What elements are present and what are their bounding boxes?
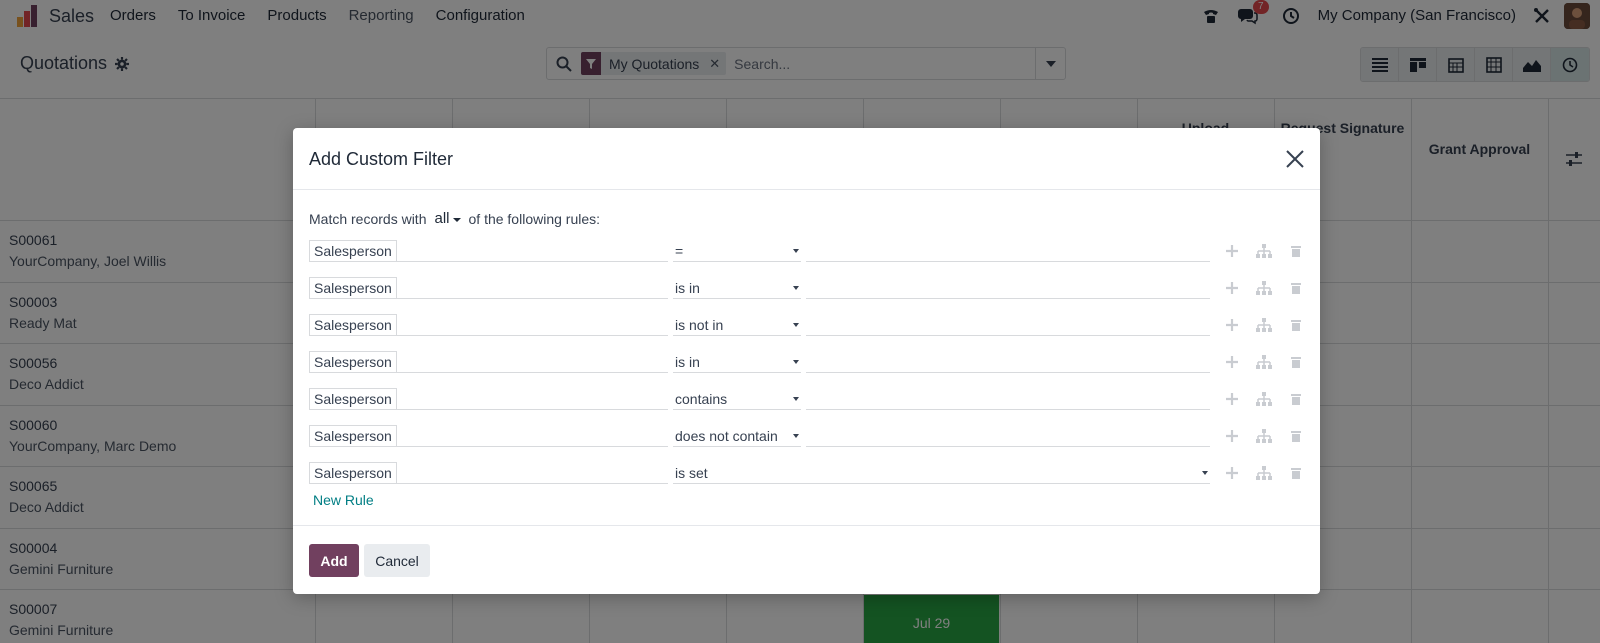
field-chip: Salesperson (309, 388, 397, 410)
match-value: all (434, 210, 450, 227)
operator-value: is in (675, 280, 700, 296)
operator-select[interactable]: does not contain (673, 425, 801, 447)
close-icon[interactable] (1284, 148, 1306, 170)
trash-icon[interactable] (1285, 277, 1307, 299)
add-rule-icon[interactable] (1221, 351, 1243, 373)
add-branch-icon[interactable] (1253, 388, 1275, 410)
add-branch-icon[interactable] (1253, 351, 1275, 373)
filter-rule: Salesperson contains (309, 388, 1301, 410)
filter-rule: Salesperson = (309, 240, 1301, 262)
value-input[interactable] (806, 351, 1210, 373)
new-rule-link[interactable]: New Rule (313, 492, 374, 508)
chevron-down-icon (793, 323, 799, 327)
value-input[interactable] (806, 388, 1210, 410)
match-prefix: Match records with (309, 210, 427, 227)
field-path-selector[interactable]: Salesperson (309, 462, 668, 484)
custom-filter-dialog: Add Custom Filter Match records with all… (293, 128, 1320, 594)
add-branch-icon[interactable] (1253, 314, 1275, 336)
match-select[interactable]: all (434, 210, 461, 227)
add-branch-icon[interactable] (1253, 462, 1275, 484)
filter-rule: Salesperson is not in (309, 314, 1301, 336)
chevron-down-icon (793, 434, 799, 438)
operator-value: is in (675, 354, 700, 370)
chevron-down-icon (1202, 471, 1208, 475)
new-rule-wrapper: New Rule (313, 492, 374, 508)
add-branch-icon[interactable] (1253, 277, 1275, 299)
field-chip: Salesperson (309, 277, 397, 299)
field-path-selector[interactable]: Salesperson (309, 240, 668, 262)
rule-actions (1221, 277, 1317, 299)
field-chip: Salesperson (309, 351, 397, 373)
dialog-header: Add Custom Filter (293, 128, 1320, 190)
rule-actions (1221, 388, 1317, 410)
field-chip: Salesperson (309, 314, 397, 336)
add-rule-icon[interactable] (1221, 388, 1243, 410)
operator-select[interactable]: is in (673, 351, 801, 373)
field-chip: Salesperson (309, 462, 397, 484)
operator-value: is not in (675, 317, 724, 333)
add-rule-icon[interactable] (1221, 240, 1243, 262)
operator-value: contains (675, 391, 728, 407)
field-chip: Salesperson (309, 425, 397, 447)
trash-icon[interactable] (1285, 351, 1307, 373)
add-branch-icon[interactable] (1253, 425, 1275, 447)
field-path-selector[interactable]: Salesperson (309, 425, 668, 447)
add-button[interactable]: Add (309, 544, 359, 577)
value-input[interactable] (806, 314, 1210, 336)
chevron-down-icon (793, 249, 799, 253)
rule-actions (1221, 314, 1317, 336)
field-path-selector[interactable]: Salesperson (309, 277, 668, 299)
operator-value: does not contain (675, 428, 778, 444)
trash-icon[interactable] (1285, 240, 1307, 262)
operator-select[interactable]: is set (673, 462, 1210, 484)
operator-select[interactable]: is in (673, 277, 801, 299)
field-path-selector[interactable]: Salesperson (309, 388, 668, 410)
rule-actions (1221, 425, 1317, 447)
chevron-down-icon (793, 360, 799, 364)
filter-rule: Salesperson does not contain (309, 425, 1301, 447)
field-path-selector[interactable]: Salesperson (309, 314, 668, 336)
match-line: Match records with all of the following … (309, 210, 600, 227)
value-input[interactable] (806, 240, 1210, 262)
filter-rule: Salesperson is in (309, 277, 1301, 299)
operator-select[interactable]: = (673, 240, 801, 262)
dialog-body: Match records with all of the following … (293, 190, 1320, 526)
operator-select[interactable]: is not in (673, 314, 801, 336)
filter-rule: Salesperson is set (309, 462, 1301, 484)
chevron-down-icon (452, 218, 461, 222)
dialog-title: Add Custom Filter (309, 149, 454, 169)
chevron-down-icon (793, 397, 799, 401)
filter-rule: Salesperson is in (309, 351, 1301, 373)
dialog-footer: Add Cancel (293, 527, 1320, 594)
rule-actions (1221, 351, 1317, 373)
cancel-button[interactable]: Cancel (364, 544, 430, 577)
add-rule-icon[interactable] (1221, 425, 1243, 447)
add-rule-icon[interactable] (1221, 462, 1243, 484)
rule-actions (1221, 462, 1317, 484)
trash-icon[interactable] (1285, 425, 1307, 447)
rule-actions (1221, 240, 1317, 262)
trash-icon[interactable] (1285, 462, 1307, 484)
match-suffix: of the following rules: (468, 210, 601, 227)
chevron-down-icon (793, 286, 799, 290)
operator-value: is set (675, 465, 708, 481)
value-input[interactable] (806, 277, 1210, 299)
operator-value: = (675, 243, 684, 259)
add-branch-icon[interactable] (1253, 240, 1275, 262)
field-chip: Salesperson (309, 240, 397, 262)
operator-select[interactable]: contains (673, 388, 801, 410)
trash-icon[interactable] (1285, 388, 1307, 410)
trash-icon[interactable] (1285, 314, 1307, 336)
add-rule-icon[interactable] (1221, 277, 1243, 299)
add-rule-icon[interactable] (1221, 314, 1243, 336)
field-path-selector[interactable]: Salesperson (309, 351, 668, 373)
value-input[interactable] (806, 425, 1210, 447)
